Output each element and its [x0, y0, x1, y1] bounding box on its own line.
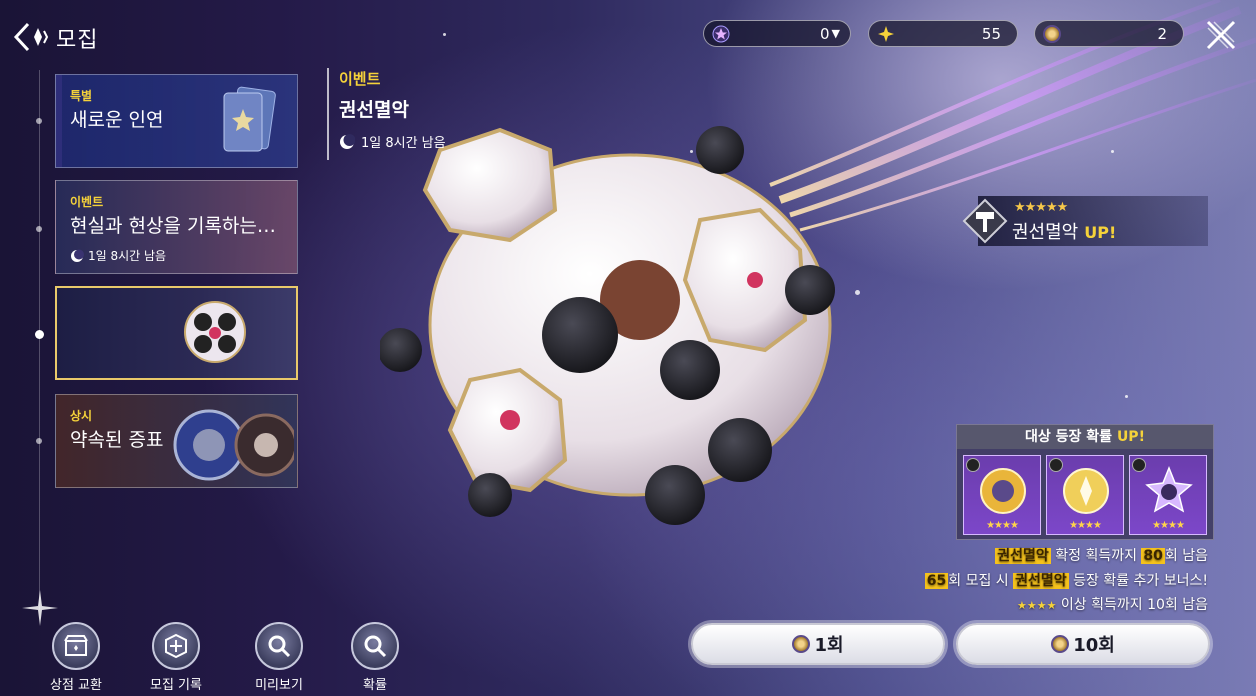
banner-timer: 1일 8시간 남음 — [339, 132, 446, 151]
pity-info-line: ★★★★ 이상 획득까지 10회 남음 — [1017, 594, 1208, 614]
featured-name: 권선멸악 — [1012, 222, 1079, 243]
rateup-card-stars: ★★★★ — [1152, 520, 1185, 531]
tab-rail-line — [39, 70, 40, 610]
featured-stars: ★★★★★ — [1014, 200, 1068, 215]
guarantee-mid-text: 확정 획득까지 — [1050, 548, 1142, 564]
rateup-card[interactable]: ★★★★ — [1046, 455, 1124, 535]
recruit-log-icon — [152, 622, 200, 670]
bonus-count: 65 — [924, 573, 949, 589]
bonus-info-line: 65 회 모집 시 권선멸악 등장 확률 추가 보너스! — [924, 570, 1208, 590]
sparkle-ornament-icon — [22, 590, 58, 626]
menu-label: 확률 — [363, 678, 387, 693]
rateup-card[interactable]: ★★★★ — [1129, 455, 1207, 535]
guarantee-info-line: 권선멸악 확정 획득까지 80 회 남음 — [995, 545, 1208, 565]
moon-clock-icon — [340, 133, 355, 149]
rateup-panel: 대상 등장 확률 UP! ★★★★ ★★★★ ★★★★ — [956, 424, 1214, 540]
pull-once-label: 1회 — [814, 635, 844, 656]
tab-tag: 특별 — [70, 89, 93, 103]
guarantee-name: 권선멸악 — [995, 548, 1051, 564]
gold-medal-icon — [980, 468, 1026, 514]
shop-exchange-button[interactable]: 상점 교환 — [41, 622, 111, 693]
rail-dot — [36, 118, 42, 124]
gold-coin-icon — [1043, 24, 1061, 43]
magnifier-icon — [255, 622, 303, 670]
banner-title: 권선멸악 — [339, 99, 409, 121]
bonus-name: 권선멸악 — [1013, 573, 1069, 589]
pull-ten-label: 10회 — [1073, 635, 1115, 656]
featured-up-label: UP! — [1084, 223, 1117, 242]
rateup-card-stars: ★★★★ — [986, 520, 1019, 531]
rateup-card-stars: ★★★★ — [1069, 520, 1102, 531]
magnifier-icon — [351, 622, 399, 670]
dropdown-triangle-icon[interactable]: ▼ — [832, 27, 840, 40]
bonus-end-text: 등장 확률 추가 보너스! — [1068, 573, 1208, 589]
close-button[interactable] — [1204, 18, 1238, 52]
pull-ten-button[interactable]: 10회 — [956, 623, 1210, 665]
close-cross-icon — [1206, 20, 1236, 50]
purple-star-crest-icon — [1145, 465, 1193, 513]
page-title: 모집 — [56, 28, 99, 53]
currency-sparkle-counter: 55 — [868, 20, 1018, 47]
tab-artifact-selected[interactable] — [55, 286, 298, 380]
rateup-heading: 대상 등장 확률 — [1025, 429, 1113, 445]
guarantee-count: 80 — [1141, 548, 1165, 564]
preview-button[interactable]: 미리보기 — [244, 622, 314, 693]
banner-info: 이벤트 권선멸악 1일 8시간 남음 — [327, 68, 446, 160]
back-chevron-icon — [13, 22, 49, 52]
purple-star-gem-icon — [712, 25, 730, 43]
pity-stars: ★★★★ — [1017, 599, 1057, 612]
pull-once-button[interactable]: 1회 — [691, 623, 945, 665]
bonus-mid-text: 회 모집 시 — [948, 573, 1014, 589]
currency-coin-counter: 2 — [1034, 20, 1184, 47]
rail-dot — [36, 226, 42, 232]
rates-button[interactable]: 확률 — [340, 622, 410, 693]
artifact-thumbnail — [184, 301, 246, 363]
menu-label: 상점 교환 — [50, 678, 102, 693]
rateup-card[interactable]: ★★★★ — [963, 455, 1041, 535]
gold-coin-icon — [1051, 635, 1070, 653]
tab-standard[interactable]: 상시 약속된 증표 — [55, 394, 298, 488]
rail-dot-active — [35, 330, 44, 339]
rateup-up-label: UP! — [1116, 429, 1145, 445]
rateup-heading-row: 대상 등장 확률 UP! — [957, 425, 1213, 449]
tab-event-record[interactable]: 이벤트 현실과 현상을 기록하는… 1일 8시간 남음 — [55, 180, 298, 274]
background-star — [443, 33, 446, 36]
tarot-card-icon — [223, 86, 276, 152]
recruit-log-button[interactable]: 모집 기록 — [141, 622, 211, 693]
featured-item-badge: ★★★★★ 권선멸악 UP! — [958, 196, 1208, 246]
coin-count: 2 — [1157, 24, 1167, 43]
menu-label: 미리보기 — [255, 678, 303, 693]
tab-timer-text: 1일 8시간 남음 — [88, 249, 167, 263]
tab-special[interactable]: 특별 새로운 인연 — [55, 74, 298, 168]
shop-exchange-icon — [52, 622, 100, 670]
token-artwork — [173, 409, 294, 481]
hammer-class-icon — [962, 198, 1008, 244]
back-button[interactable] — [12, 18, 52, 56]
gold-crest-icon — [1063, 468, 1109, 514]
guarantee-end-text: 회 남음 — [1164, 548, 1208, 564]
moon-clock-icon — [71, 249, 84, 262]
tab-tag: 상시 — [70, 409, 93, 423]
gold-sparkle-icon — [877, 25, 895, 43]
tab-tag: 이벤트 — [70, 195, 104, 209]
gold-coin-icon — [792, 635, 811, 653]
rail-dot — [36, 438, 42, 444]
banner-timer-text: 1일 8시간 남음 — [361, 136, 446, 151]
tab-title: 현실과 현상을 기록하는… — [70, 215, 276, 237]
artifact-showcase-image — [380, 126, 835, 525]
sparkle-count: 55 — [981, 24, 1001, 43]
tab-title: 새로운 인연 — [70, 109, 164, 131]
pity-text: 이상 획득까지 10회 남음 — [1056, 597, 1208, 613]
background-star — [1125, 395, 1128, 398]
menu-label: 모집 기록 — [150, 678, 202, 693]
tab-accent-bar — [56, 75, 62, 167]
featured-name-row: 권선멸악 UP! — [1012, 218, 1116, 244]
tab-timer: 1일 8시간 남음 — [70, 247, 166, 264]
tab-title: 약속된 증표 — [70, 429, 164, 451]
currency-gem-counter[interactable]: 0 ▼ — [703, 20, 851, 47]
banner-tag: 이벤트 — [339, 70, 381, 88]
